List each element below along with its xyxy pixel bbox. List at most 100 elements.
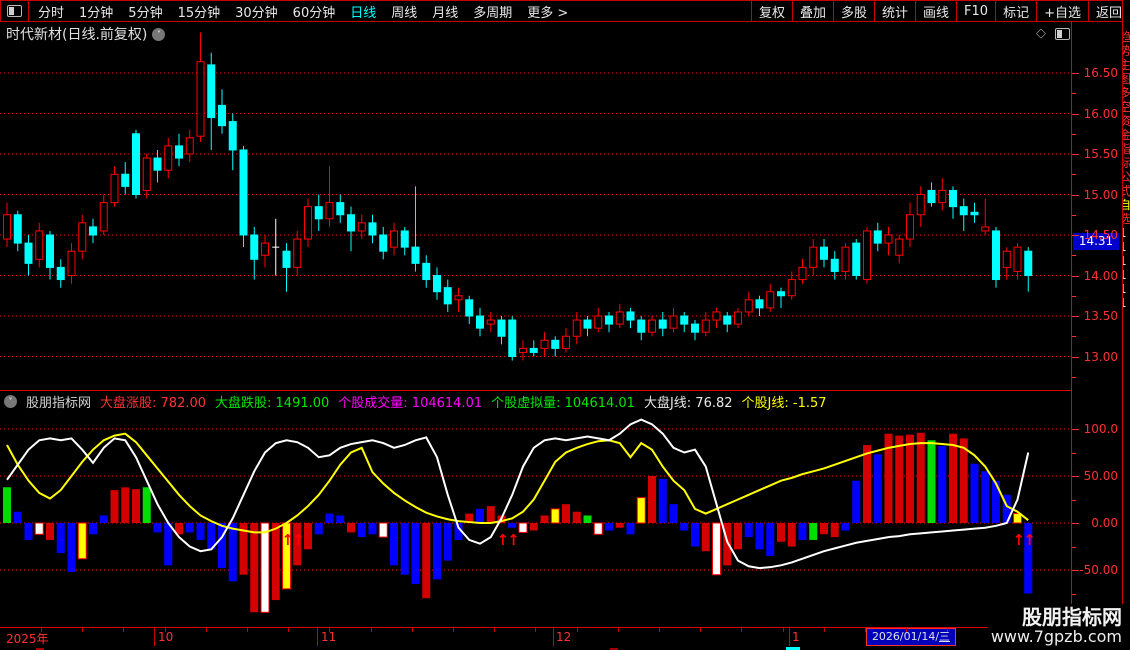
- svg-text:↑: ↑: [507, 531, 520, 549]
- strip-char: 资: [1123, 114, 1130, 128]
- strip-char: 空: [1123, 100, 1130, 114]
- indicator-axis-label: -50.00: [1079, 563, 1118, 577]
- price-axis-label: 15.50: [1083, 147, 1118, 161]
- price-axis-tick: [1072, 356, 1079, 358]
- right-sidebar-strip[interactable]: 趋势主图多空资金指标公式自选111111: [1122, 0, 1130, 650]
- toolbar-button-3[interactable]: 统计: [874, 1, 915, 21]
- indicator-values: 大盘涨股: 782.00 大盘跌股: 1491.00 个股成交量: 104614.0…: [100, 392, 827, 411]
- time-axis-tick: [741, 628, 742, 632]
- price-axis-tick: [1072, 73, 1079, 74]
- strip-char: 势: [1123, 44, 1130, 58]
- toolbar-button-7[interactable]: +自选: [1036, 1, 1088, 21]
- toolbar-button-1[interactable]: 叠加: [791, 1, 833, 21]
- strip-char: 1: [1123, 282, 1130, 296]
- price-axis-label: 15.00: [1083, 187, 1118, 202]
- toolbar-button-4[interactable]: 画线: [915, 1, 956, 21]
- indicator-field-2: 个股成交量: 104614.01: [338, 396, 483, 411]
- time-axis-tick: [494, 628, 495, 632]
- collapse-indicator-icon[interactable]: ˅: [4, 395, 17, 408]
- time-axis-separator: [154, 628, 155, 646]
- strip-char: 图: [1123, 72, 1130, 86]
- menu-item-0[interactable]: 分时: [38, 2, 64, 21]
- indicator-axis-label: 0.00: [1091, 516, 1118, 530]
- toolbar-button-6[interactable]: 标记: [995, 1, 1036, 21]
- time-axis-tick: [947, 628, 948, 632]
- menu-item-6[interactable]: 日线: [350, 2, 376, 21]
- strip-char: 选: [1123, 212, 1130, 226]
- price-axis-minor-tick: [1072, 255, 1076, 256]
- price-axis-label: 13.50: [1083, 309, 1118, 323]
- price-axis-minor-tick: [1072, 93, 1076, 94]
- price-axis-tick: [1072, 316, 1079, 317]
- menu-item-10[interactable]: 更多 >: [527, 2, 568, 21]
- time-axis[interactable]: 2026/01/14/三 2025年 10 11 12 1: [0, 627, 1071, 647]
- indicator-axis-tick: [1072, 523, 1079, 524]
- time-axis-tick: [906, 628, 907, 632]
- price-axis-minor-tick: [1072, 214, 1076, 216]
- time-axis-label: 11: [321, 630, 337, 644]
- time-axis-label: 10: [158, 630, 174, 644]
- bottom-edge-row: [0, 646, 1130, 650]
- time-axis-tick: [700, 628, 701, 632]
- menu-item-4[interactable]: 30分钟: [235, 2, 278, 21]
- toolbar-button-5[interactable]: F10: [956, 1, 995, 21]
- time-axis-tick: [41, 628, 42, 632]
- toolbar-button-2[interactable]: 多股: [832, 1, 874, 21]
- time-axis-tick: [371, 628, 372, 632]
- indicator-field-1: 大盘跌股: 1491.00: [215, 396, 330, 411]
- menu-item-2[interactable]: 5分钟: [128, 2, 162, 21]
- strip-char: 自: [1123, 198, 1130, 212]
- time-axis-tick: [453, 628, 454, 632]
- right-strip-chars: 趋势主图多空资金指标公式自选111111: [1123, 30, 1130, 310]
- time-axis-separator: [789, 628, 790, 646]
- indicator-field-3: 个股虚拟量: 104614.01: [491, 396, 635, 411]
- watermark-url: www.7gpzb.com: [990, 627, 1122, 646]
- price-axis-label: 16.50: [1083, 66, 1118, 80]
- menu-item-7[interactable]: 周线: [391, 2, 417, 21]
- strip-char: 标: [1123, 156, 1130, 170]
- indicator-header: ˅ 股朋指标网 大盘涨股: 782.00 大盘跌股: 1491.00 个股成交量: …: [0, 390, 1075, 412]
- menu-item-1[interactable]: 1分钟: [79, 2, 113, 21]
- price-axis-label: 16.00: [1083, 106, 1118, 121]
- time-axis-tick: [329, 628, 330, 632]
- price-axis-minor-tick: [1072, 133, 1076, 135]
- menu-item-8[interactable]: 月线: [432, 2, 458, 21]
- menu-item-3[interactable]: 15分钟: [178, 2, 221, 21]
- strip-char: 1: [1123, 268, 1130, 282]
- watermark: 股朋指标网 www.7gpzb.com: [987, 604, 1125, 648]
- indicator-axis-minor-tick: [1072, 594, 1076, 595]
- price-axis-minor-tick: [1072, 295, 1076, 297]
- time-axis-tick: [412, 628, 413, 632]
- strip-char: 主: [1123, 58, 1130, 72]
- time-axis-tick: [577, 628, 578, 632]
- svg-text:↑: ↑: [1023, 531, 1036, 549]
- time-axis-separator: [317, 628, 318, 646]
- price-axis-label: 14.50: [1083, 228, 1118, 242]
- price-axis-label: 14.00: [1083, 268, 1118, 283]
- candlestick-chart[interactable]: [0, 30, 1071, 391]
- strip-char: 式: [1123, 184, 1130, 198]
- price-axis-tick: [1072, 113, 1079, 115]
- time-axis-separator: [553, 628, 554, 646]
- time-axis-tick: [824, 628, 825, 632]
- strip-char: 金: [1123, 128, 1130, 142]
- price-axis-tick: [1072, 194, 1079, 196]
- price-axis-label: 13.00: [1083, 349, 1118, 364]
- time-axis-tick: [659, 628, 660, 632]
- cursor-date-box: 2026/01/14/三: [866, 628, 956, 646]
- strip-char: 公: [1123, 170, 1130, 184]
- indicator-axis-tick: [1072, 570, 1079, 571]
- time-axis-tick: [206, 628, 207, 632]
- strip-char: 指: [1123, 142, 1130, 156]
- indicator-field-0: 大盘涨股: 782.00: [100, 396, 207, 411]
- indicator-field-5: 个股J线: -1.57: [741, 396, 827, 411]
- indicator-chart[interactable]: ↑↑ ↑↑ ↑↑: [0, 412, 1071, 627]
- split-window-button[interactable]: [1, 1, 29, 21]
- menu-item-5[interactable]: 60分钟: [293, 2, 336, 21]
- menu-item-9[interactable]: 多周期: [473, 2, 512, 21]
- indicator-axis-minor-tick: [1072, 547, 1076, 548]
- strip-char: 趋: [1123, 30, 1130, 44]
- time-axis-label: 1: [792, 630, 800, 644]
- price-axis-tick: [1072, 154, 1079, 155]
- toolbar-button-0[interactable]: 复权: [750, 1, 792, 21]
